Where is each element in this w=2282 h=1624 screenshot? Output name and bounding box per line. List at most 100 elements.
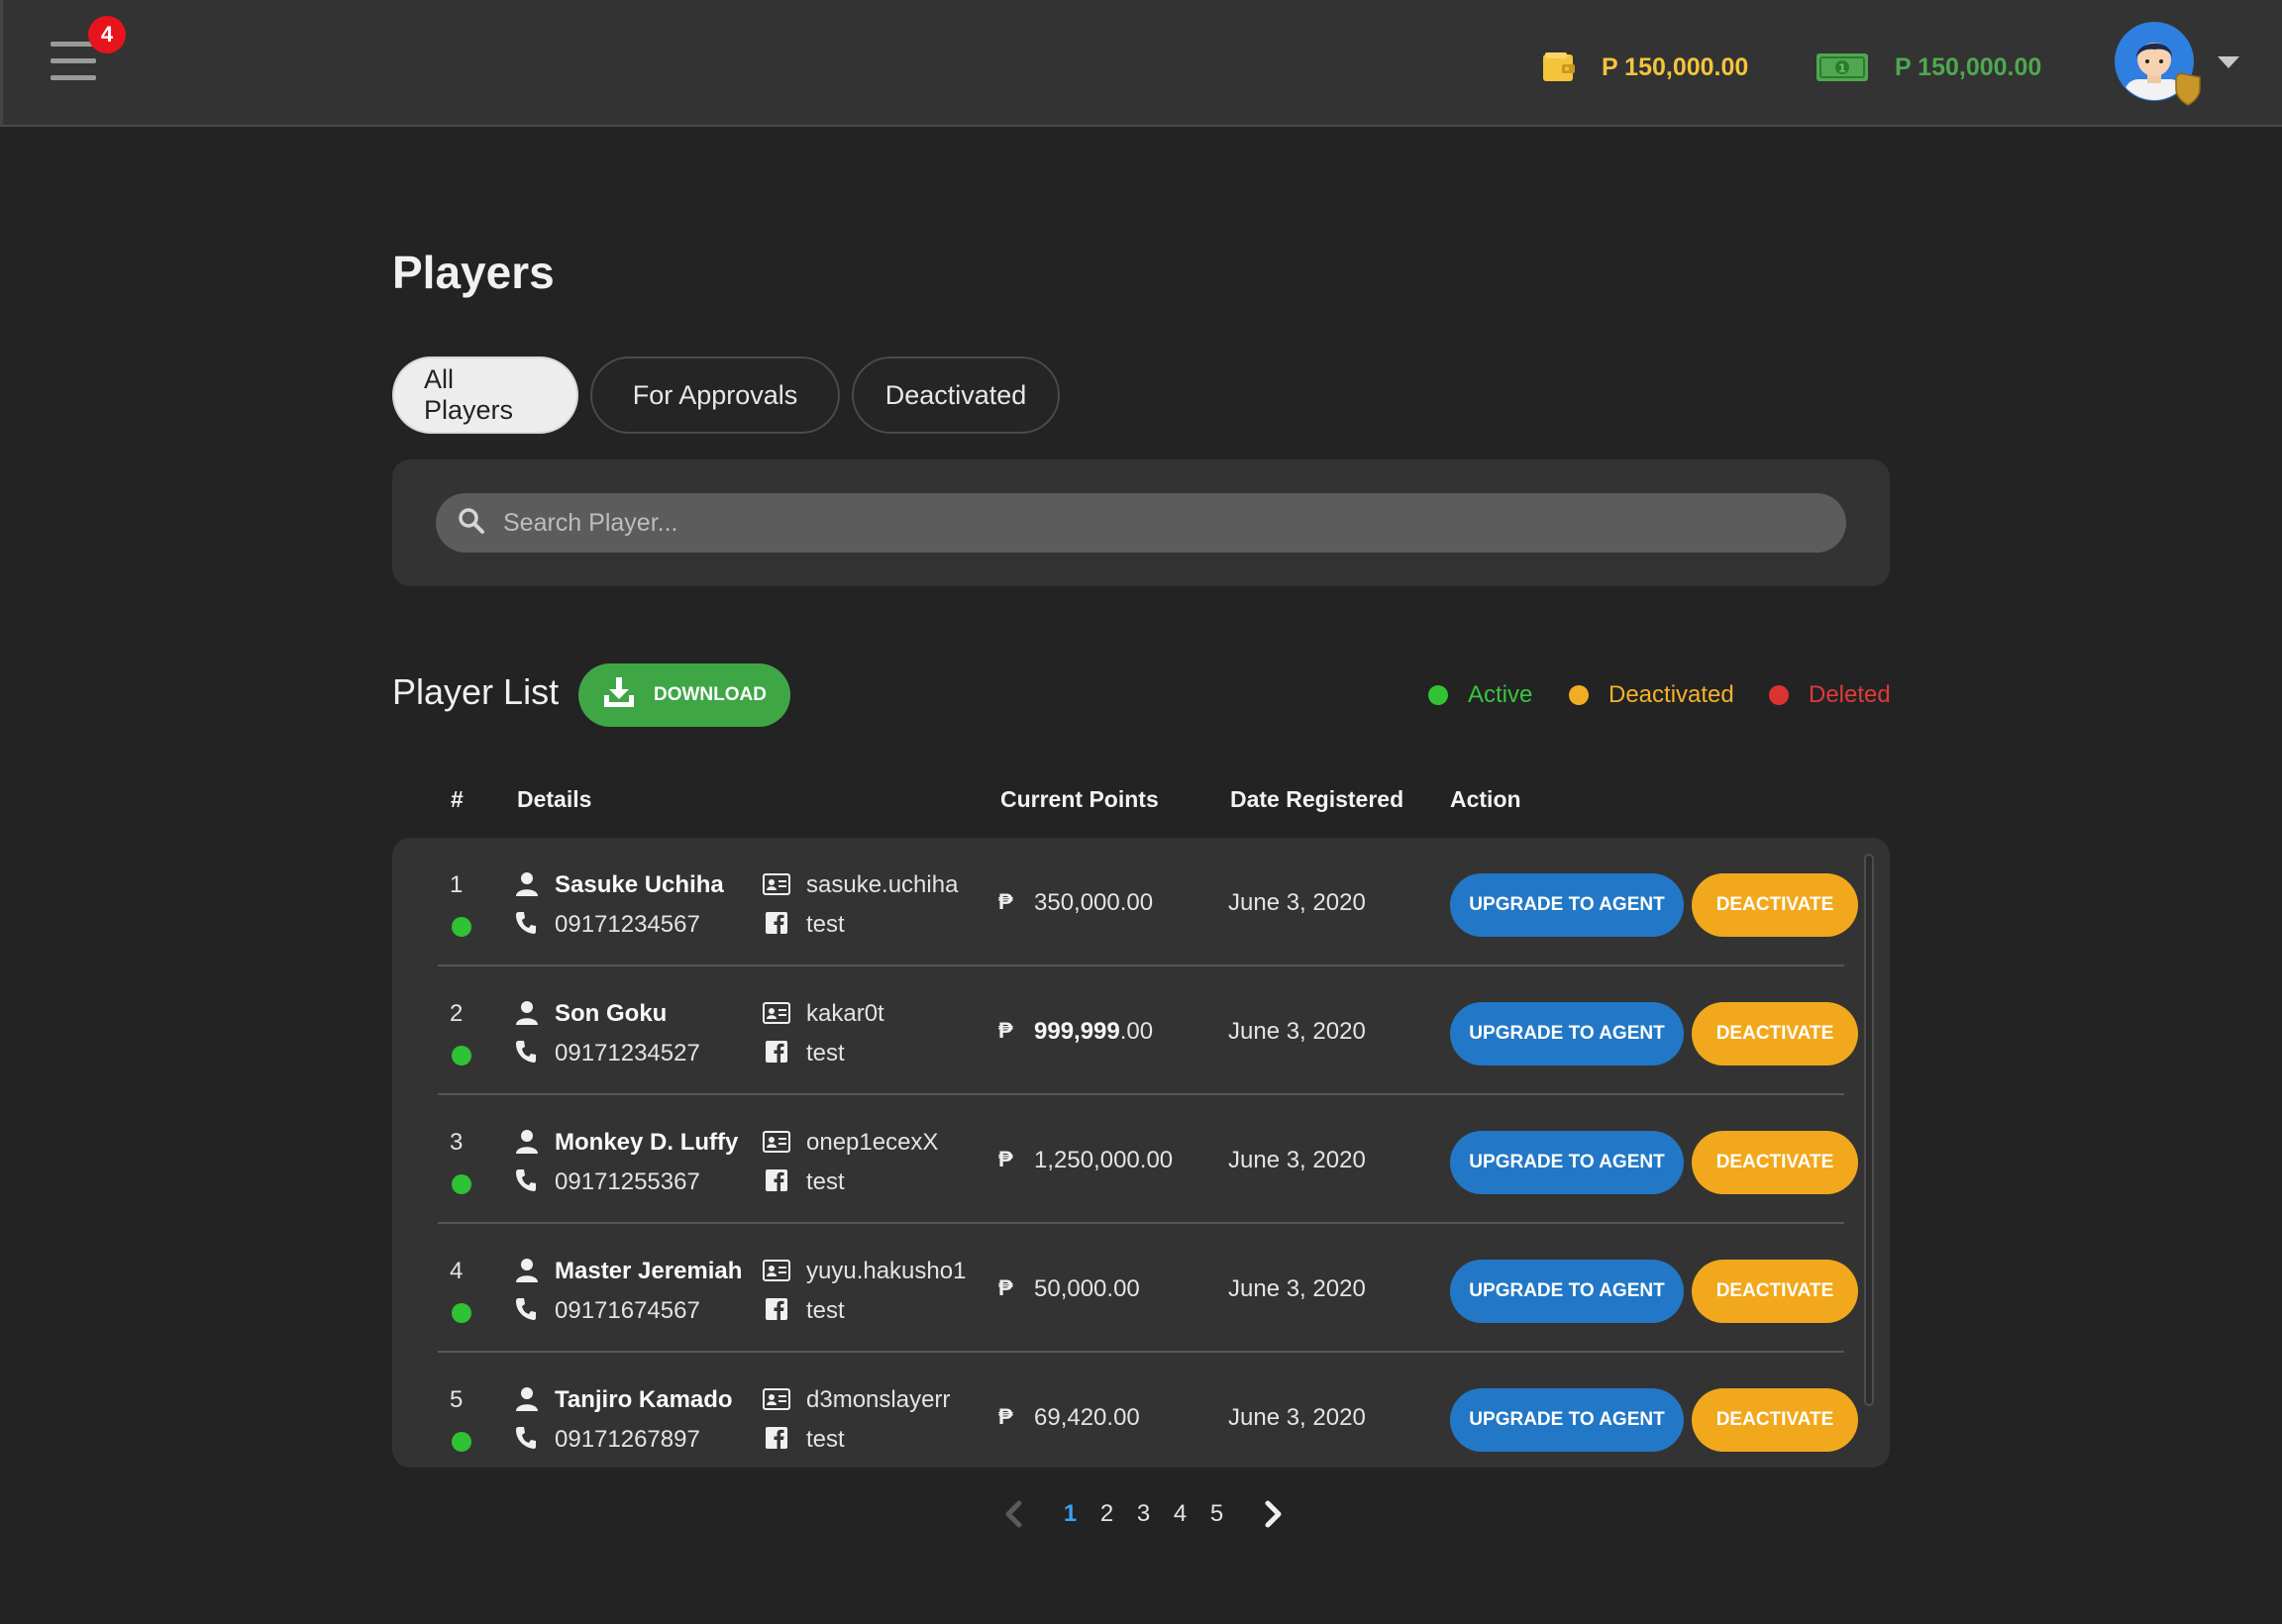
player-name: Sasuke Uchiha xyxy=(555,871,724,898)
deactivate-button[interactable]: DEACTIVATE xyxy=(1692,873,1858,937)
player-name: Tanjiro Kamado xyxy=(555,1386,733,1413)
facebook-icon xyxy=(765,1297,788,1326)
row-number: 5 xyxy=(450,1386,464,1413)
facebook-icon xyxy=(765,1168,788,1197)
player-name: Son Goku xyxy=(555,1000,668,1027)
cash-balance: 1 P 150,000.00 xyxy=(1815,48,2041,87)
phone-icon xyxy=(515,911,537,940)
player-facebook: test xyxy=(806,1297,845,1324)
chevron-left-icon[interactable] xyxy=(996,1497,1030,1531)
search-input[interactable] xyxy=(503,508,1791,538)
phone-icon xyxy=(515,1168,537,1197)
search-panel xyxy=(392,459,1890,586)
table-row: 5 Tanjiro Kamado 09171267897 d3monslayer… xyxy=(392,1353,1890,1468)
player-points: 350,000.00 xyxy=(1034,889,1153,917)
player-facebook: test xyxy=(806,911,845,938)
date-registered: June 3, 2020 xyxy=(1228,1275,1366,1302)
row-number: 4 xyxy=(450,1258,464,1284)
points-main: 350,000.00 xyxy=(1034,889,1154,916)
upgrade-to-agent-button[interactable]: UPGRADE TO AGENT xyxy=(1450,1260,1684,1323)
page-1[interactable]: 1 xyxy=(1052,1500,1089,1528)
player-username: sasuke.uchiha xyxy=(806,871,959,898)
id-card-icon xyxy=(763,1131,790,1158)
deactivate-button[interactable]: DEACTIVATE xyxy=(1692,1260,1858,1323)
player-points: 69,420.00 xyxy=(1034,1404,1140,1432)
wallet-balance-value: P 150,000.00 xyxy=(1602,52,1749,81)
legend-deleted-label: Deleted xyxy=(1809,681,1891,708)
player-name: Monkey D. Luffy xyxy=(555,1129,739,1156)
page-3[interactable]: 3 xyxy=(1125,1500,1162,1528)
user-icon xyxy=(515,1386,539,1417)
points-main: 1,250,000.00 xyxy=(1034,1147,1174,1173)
user-icon xyxy=(515,1258,539,1288)
row-number: 1 xyxy=(450,871,464,898)
upgrade-to-agent-button[interactable]: UPGRADE TO AGENT xyxy=(1450,1131,1684,1194)
chevron-right-icon[interactable] xyxy=(1257,1497,1291,1531)
upgrade-to-agent-button[interactable]: UPGRADE TO AGENT xyxy=(1450,1388,1684,1452)
page-5[interactable]: 5 xyxy=(1198,1500,1235,1528)
page-2[interactable]: 2 xyxy=(1089,1500,1125,1528)
column-header-date-registered: Date Registered xyxy=(1230,786,1404,812)
player-username: yuyu.hakusho1 xyxy=(806,1258,967,1284)
date-registered: June 3, 2020 xyxy=(1228,889,1366,916)
player-facebook: test xyxy=(806,1168,845,1195)
date-registered: June 3, 2020 xyxy=(1228,1147,1366,1173)
table-row: 3 Monkey D. Luffy 09171255367 onep1ecexX… xyxy=(392,1095,1890,1224)
search-box[interactable] xyxy=(436,493,1846,553)
upgrade-to-agent-button[interactable]: UPGRADE TO AGENT xyxy=(1450,873,1684,937)
deactivated-dot-icon xyxy=(1569,685,1589,705)
id-card-icon xyxy=(763,873,790,900)
peso-icon: ₱ xyxy=(998,1147,1013,1171)
player-phone: 09171234527 xyxy=(555,1040,700,1066)
status-active-dot xyxy=(452,1046,471,1066)
page-4[interactable]: 4 xyxy=(1162,1500,1198,1528)
player-name: Master Jeremiah xyxy=(555,1258,743,1284)
avatar[interactable] xyxy=(2115,22,2204,107)
upgrade-to-agent-button[interactable]: UPGRADE TO AGENT xyxy=(1450,1002,1684,1066)
download-button[interactable]: DOWNLOAD xyxy=(578,663,790,727)
player-list-title: Player List xyxy=(392,671,560,712)
user-icon xyxy=(515,1000,539,1031)
chevron-down-icon[interactable] xyxy=(2218,56,2239,68)
active-dot-icon xyxy=(1428,685,1448,705)
notification-badge[interactable]: 4 xyxy=(88,16,126,53)
deactivate-button[interactable]: DEACTIVATE xyxy=(1692,1388,1858,1452)
row-number: 2 xyxy=(450,1000,464,1027)
peso-icon: ₱ xyxy=(998,889,1013,914)
download-icon xyxy=(602,675,636,715)
player-phone: 09171267897 xyxy=(555,1426,700,1453)
column-header-details: Details xyxy=(517,786,592,812)
player-phone: 09171674567 xyxy=(555,1297,700,1324)
points-rest: 69,420.00 xyxy=(1034,1404,1140,1431)
page-title: Players xyxy=(392,247,555,298)
phone-icon xyxy=(515,1040,537,1068)
column-header-action: Action xyxy=(1450,786,1521,812)
player-username: kakar0t xyxy=(806,1000,884,1027)
player-facebook: test xyxy=(806,1040,845,1066)
id-card-icon xyxy=(763,1260,790,1286)
points-rest: 50,000.00 xyxy=(1034,1275,1140,1302)
player-points: 50,000.00 xyxy=(1034,1275,1140,1303)
column-header-number: # xyxy=(451,786,464,812)
player-phone: 09171234567 xyxy=(555,911,700,938)
deactivate-button[interactable]: DEACTIVATE xyxy=(1692,1002,1858,1066)
date-registered: June 3, 2020 xyxy=(1228,1404,1366,1431)
id-card-icon xyxy=(763,1388,790,1415)
player-table: 1 Sasuke Uchiha 09171234567 sasuke.uchih… xyxy=(392,838,1890,1468)
user-icon xyxy=(515,1129,539,1160)
cash-icon: 1 xyxy=(1815,52,1869,82)
tab-all-players[interactable]: All Players xyxy=(392,356,578,434)
table-row: 2 Son Goku 09171234527 kakar0t test ₱ 99… xyxy=(392,966,1890,1095)
deleted-dot-icon xyxy=(1769,685,1789,705)
tab-deactivated[interactable]: Deactivated xyxy=(852,356,1060,434)
tab-bar: All Players For Approvals Deactivated xyxy=(392,356,1060,434)
tab-for-approvals[interactable]: For Approvals xyxy=(590,356,840,434)
legend-active: Active xyxy=(1428,681,1532,709)
table-row: 1 Sasuke Uchiha 09171234567 sasuke.uchih… xyxy=(392,838,1890,966)
points-main: 999,999 xyxy=(1034,1018,1120,1045)
player-phone: 09171255367 xyxy=(555,1168,700,1195)
user-icon xyxy=(515,871,539,902)
cash-balance-value: P 150,000.00 xyxy=(1895,52,2042,81)
facebook-icon xyxy=(765,1426,788,1455)
deactivate-button[interactable]: DEACTIVATE xyxy=(1692,1131,1858,1194)
